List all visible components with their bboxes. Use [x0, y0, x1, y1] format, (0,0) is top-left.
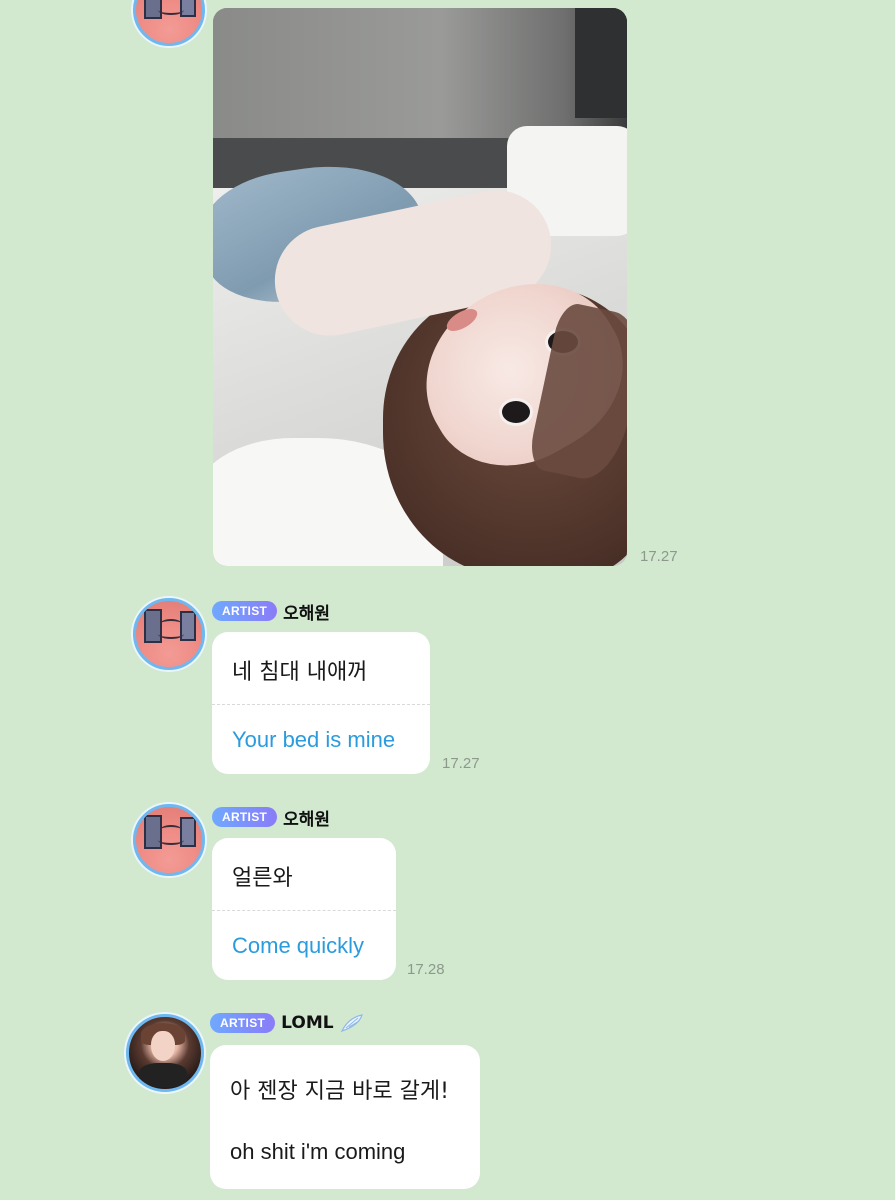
sender-name[interactable]: LOML — [281, 1013, 333, 1033]
message-bubble[interactable]: 아 젠장 지금 바로 갈게! oh shit i'm coming — [210, 1045, 480, 1189]
avatar-detail — [139, 1063, 187, 1087]
avatar-detail — [180, 817, 196, 847]
avatar-detail — [158, 629, 184, 639]
translated-text: oh shit i'm coming — [230, 1139, 406, 1164]
avatar-detail — [180, 611, 196, 641]
sender-avatar[interactable] — [133, 598, 205, 670]
message-header: ARTIST LOML — [210, 1011, 364, 1035]
original-text: 얼른와 — [232, 866, 293, 891]
avatar-detail — [158, 5, 184, 15]
message-header: ARTIST 오해원 — [212, 599, 330, 624]
avatar-detail — [160, 825, 182, 835]
artist-badge: ARTIST — [212, 601, 278, 621]
wing-icon — [340, 1014, 363, 1033]
photo-corner — [575, 8, 627, 118]
sender-avatar[interactable] — [126, 1014, 204, 1092]
avatar-detail — [151, 1031, 175, 1061]
avatar-detail — [158, 835, 184, 845]
translated-text: Come quickly — [232, 933, 365, 958]
message-bubble[interactable]: 네 침대 내애꺼 Your bed is mine — [212, 632, 430, 774]
sender-avatar[interactable] — [133, 0, 205, 46]
photo-message[interactable] — [213, 8, 627, 566]
message-timestamp: 17.27 — [442, 755, 480, 772]
original-text: 네 침대 내애꺼 — [232, 660, 368, 685]
sender-avatar[interactable] — [133, 804, 205, 876]
avatar-detail — [160, 619, 182, 629]
translation-divider — [212, 910, 396, 911]
sender-name[interactable]: 오해원 — [283, 805, 330, 830]
message-timestamp: 17.27 — [640, 548, 678, 565]
original-text: 아 젠장 지금 바로 갈게! — [230, 1079, 449, 1104]
artist-badge: ARTIST — [212, 807, 278, 827]
sender-name[interactable]: 오해원 — [283, 599, 330, 624]
avatar-detail — [144, 815, 162, 849]
message-timestamp: 17.28 — [407, 961, 445, 978]
translation-divider — [212, 704, 430, 705]
message-header: ARTIST 오해원 — [212, 805, 330, 830]
avatar-detail — [144, 609, 162, 643]
translated-text: Your bed is mine — [232, 727, 396, 752]
artist-badge: ARTIST — [210, 1013, 276, 1033]
photo-eye — [499, 398, 533, 426]
message-bubble[interactable]: 얼른와 Come quickly — [212, 838, 396, 980]
